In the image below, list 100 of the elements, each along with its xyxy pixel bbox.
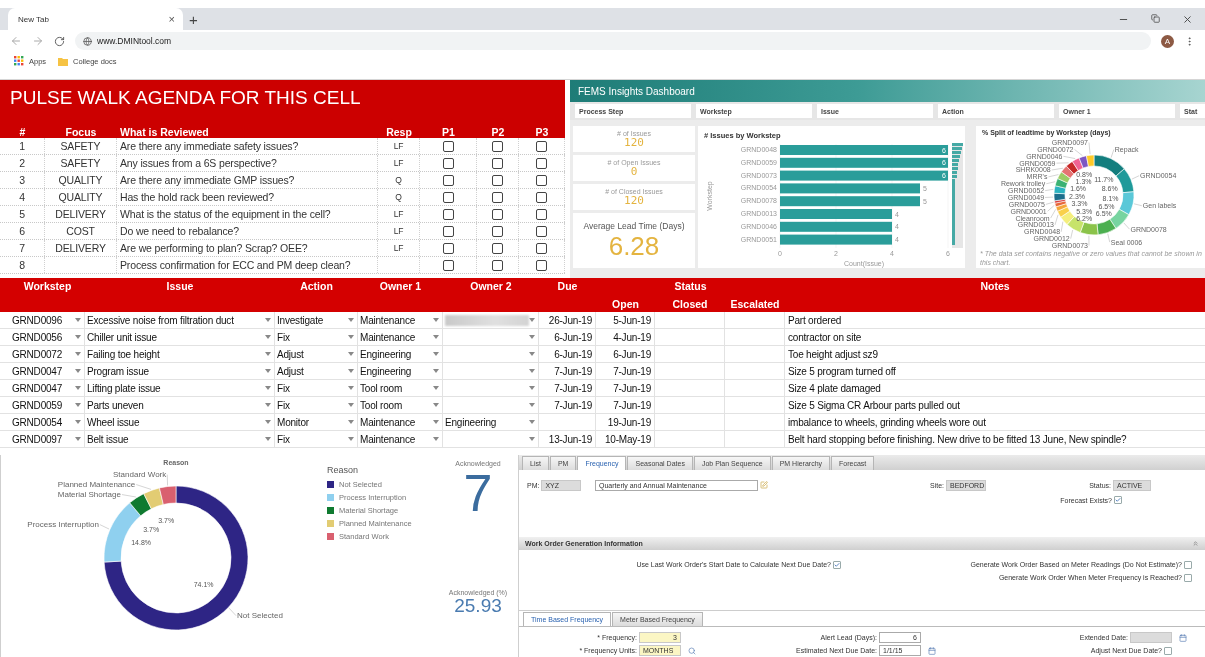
calendar-icon[interactable]	[1179, 633, 1187, 642]
dropdown-caret-icon[interactable]	[529, 369, 535, 373]
profile-avatar[interactable]: A	[1161, 34, 1174, 48]
checkbox[interactable]	[1184, 573, 1192, 582]
dropdown-caret-icon[interactable]	[75, 369, 81, 373]
dropdown-caret-icon[interactable]	[529, 318, 535, 322]
dropdown-caret-icon[interactable]	[529, 420, 535, 424]
collapse-icon[interactable]	[1192, 540, 1199, 547]
table-cell: Parts uneven	[87, 399, 144, 411]
input-field[interactable]	[1130, 632, 1172, 643]
dropdown-caret-icon[interactable]	[529, 403, 535, 407]
leader-line	[1044, 196, 1054, 198]
checkbox[interactable]	[442, 174, 454, 186]
close-icon[interactable]	[1182, 13, 1193, 25]
checkbox[interactable]	[442, 157, 454, 169]
checkbox[interactable]	[492, 191, 503, 203]
dropdown-caret-icon[interactable]	[433, 420, 439, 424]
table-cell: 4-Jun-19	[613, 331, 651, 343]
checkbox[interactable]	[492, 208, 503, 220]
checkbox[interactable]	[536, 174, 547, 186]
dropdown-caret-icon[interactable]	[265, 420, 271, 424]
calendar-icon[interactable]	[928, 646, 936, 655]
dropdown-caret-icon[interactable]	[75, 352, 81, 356]
table-cell: 26-Jun-19	[548, 314, 592, 326]
dropdown-caret-icon[interactable]	[265, 369, 271, 373]
table-cell: 7-Jun-19	[554, 382, 592, 394]
table-cell: DELIVERY	[55, 242, 106, 254]
checkbox[interactable]	[442, 208, 454, 220]
dropdown-caret-icon[interactable]	[265, 403, 271, 407]
checkbox[interactable]	[492, 174, 503, 186]
dropdown-caret-icon[interactable]	[433, 318, 439, 322]
checkbox[interactable]	[1114, 496, 1122, 504]
dropdown-caret-icon[interactable]	[75, 318, 81, 322]
dropdown-caret-icon[interactable]	[265, 335, 271, 339]
dropdown-caret-icon[interactable]	[529, 335, 535, 339]
checkbox[interactable]	[492, 140, 503, 152]
dropdown-caret-icon[interactable]	[433, 352, 439, 356]
checkbox[interactable]	[536, 140, 547, 152]
browser-tab[interactable]: New Tab ×	[8, 8, 183, 30]
dropdown-caret-icon[interactable]	[75, 420, 81, 424]
dropdown-caret-icon[interactable]	[348, 420, 354, 424]
dropdown-caret-icon[interactable]	[75, 335, 81, 339]
dropdown-caret-icon[interactable]	[348, 437, 354, 441]
dropdown-caret-icon[interactable]	[433, 335, 439, 339]
back-arrow-icon[interactable]	[10, 35, 22, 47]
checkbox[interactable]	[1164, 646, 1172, 655]
checkbox[interactable]	[492, 225, 503, 237]
dropdown-caret-icon[interactable]	[265, 437, 271, 441]
checkbox[interactable]	[833, 560, 841, 569]
dropdown-caret-icon[interactable]	[433, 403, 439, 407]
checkbox[interactable]	[536, 259, 547, 271]
dropdown-caret-icon[interactable]	[348, 352, 354, 356]
table-cell: Belt hard stopping before finishing. New drive to be fitted 13 June, New spindle?	[788, 433, 1127, 445]
dropdown-caret-icon[interactable]	[529, 437, 535, 441]
dropdown-caret-icon[interactable]	[529, 352, 535, 356]
dropdown-caret-icon[interactable]	[529, 386, 535, 390]
checkbox[interactable]	[536, 191, 547, 203]
dropdown-caret-icon[interactable]	[348, 335, 354, 339]
reload-icon[interactable]	[54, 35, 65, 47]
checkbox[interactable]	[492, 242, 503, 254]
kpi-value: 120	[624, 136, 644, 149]
checkbox[interactable]	[492, 157, 503, 169]
checkbox[interactable]	[1184, 560, 1192, 569]
dropdown-caret-icon[interactable]	[265, 386, 271, 390]
dropdown-caret-icon[interactable]	[348, 403, 354, 407]
checkbox[interactable]	[536, 225, 547, 237]
dropdown-caret-icon[interactable]	[75, 437, 81, 441]
dropdown-caret-icon[interactable]	[433, 437, 439, 441]
kpi-value: 0	[630, 165, 638, 178]
dropdown-caret-icon[interactable]	[348, 318, 354, 322]
dropdown-caret-icon[interactable]	[265, 318, 271, 322]
table-cell: Fix	[277, 382, 290, 394]
checkbox[interactable]	[492, 259, 503, 271]
leader-line	[1131, 175, 1140, 180]
dropdown-caret-icon[interactable]	[433, 369, 439, 373]
checkbox[interactable]	[442, 140, 454, 152]
dropdown-caret-icon[interactable]	[75, 403, 81, 407]
dropdown-caret-icon[interactable]	[348, 369, 354, 373]
checkbox[interactable]	[442, 242, 454, 254]
restore-icon[interactable]	[1151, 13, 1160, 23]
table-cell: QUALITY	[58, 191, 103, 203]
checkbox[interactable]	[536, 208, 547, 220]
dropdown-caret-icon[interactable]	[75, 386, 81, 390]
table-cell: 13-Jun-19	[548, 433, 592, 445]
agenda-title: PULSE WALK AGENDA FOR THIS CELL	[9, 86, 362, 110]
checkbox[interactable]	[536, 242, 547, 254]
address-bar[interactable]: www.DMINtool.com	[75, 32, 1151, 50]
dropdown-caret-icon[interactable]	[348, 386, 354, 390]
checkbox[interactable]	[442, 225, 454, 237]
dropdown-caret-icon[interactable]	[265, 352, 271, 356]
checkbox[interactable]	[536, 157, 547, 169]
checkbox[interactable]	[442, 259, 454, 271]
close-tab-button[interactable]: ×	[168, 13, 175, 25]
table-cell: Fix	[277, 399, 290, 411]
table-cell: GRND0056	[12, 331, 63, 343]
new-tab-button[interactable]: +	[189, 11, 198, 27]
table-cell: Excessive noise from filtration duct	[87, 314, 234, 326]
checkbox[interactable]	[442, 191, 454, 203]
dropdown-caret-icon[interactable]	[433, 386, 439, 390]
search-icon[interactable]	[688, 646, 696, 655]
